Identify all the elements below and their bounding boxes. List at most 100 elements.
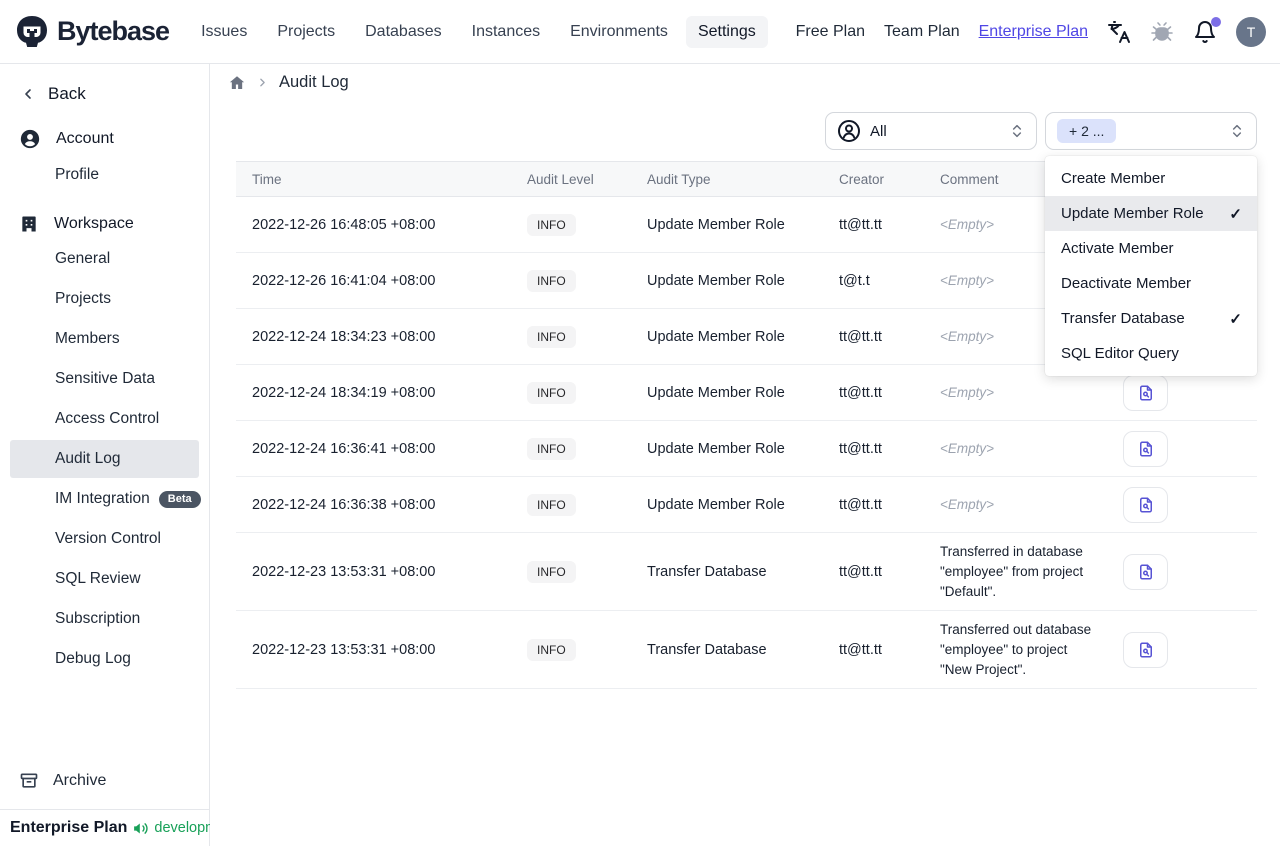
cell-creator: tt@tt.tt [839,216,882,233]
announcement-speaker-icon [132,820,149,837]
sidebar-item-general[interactable]: General [10,240,199,278]
home-icon[interactable] [228,74,246,92]
info-level-badge: INFO [527,381,576,404]
creator-filter-value: All [870,122,887,140]
workspace-header: Workspace [0,206,209,238]
cell-audit-type: Update Member Role [647,384,785,401]
archive-icon [19,771,39,791]
menu-item-deactivate-member[interactable]: Deactivate Member [1045,266,1257,301]
table-row: 2022-12-23 13:53:31 +08:00 INFO Transfer… [236,533,1257,611]
bug-report-icon[interactable] [1150,20,1174,44]
notification-bell-icon[interactable] [1193,16,1221,44]
cell-time: 2022-12-26 16:41:04 +08:00 [252,272,436,289]
settings-sidebar: Back Account Profile Workspace General P… [0,64,237,846]
filter-bar: All + 2 ... [825,112,1257,150]
breadcrumb-page-title: Audit Log [279,73,349,91]
cell-time: 2022-12-24 16:36:38 +08:00 [252,496,436,513]
sidebar-item-members[interactable]: Members [10,320,199,358]
cell-audit-type: Update Member Role [647,216,785,233]
sidebar-item-sql-review[interactable]: SQL Review [10,560,199,598]
info-level-badge: INFO [527,213,576,236]
menu-item-update-member-role[interactable]: Update Member Role ✓ [1045,196,1257,231]
view-detail-button[interactable] [1123,374,1168,411]
view-detail-button[interactable] [1123,553,1168,590]
nav-settings[interactable]: Settings [685,15,768,48]
topbar-right: Free Plan Team Plan Enterprise Plan T [796,16,1266,47]
cell-creator: t@t.t [839,272,870,289]
menu-item-create-member[interactable]: Create Member [1045,161,1257,196]
cell-audit-type: Transfer Database [647,641,767,658]
nav-issues[interactable]: Issues [189,16,259,48]
menu-item-sql-editor-query[interactable]: SQL Editor Query [1045,336,1257,371]
current-plan-label: Enterprise Plan [10,819,128,836]
back-button[interactable]: Back [0,64,209,110]
cell-comment: Transferred out database "employee" to p… [940,621,1092,677]
user-avatar[interactable]: T [1236,16,1266,47]
cell-comment: <Empty> [940,441,995,456]
audit-type-dropdown-menu: Create Member Update Member Role ✓ Activ… [1045,156,1257,376]
audit-type-filter-select[interactable]: + 2 ... [1045,112,1257,150]
chevron-up-down-icon [1229,123,1245,139]
cell-audit-type: Update Member Role [647,272,785,289]
account-title: Account [56,130,114,147]
cell-comment: <Empty> [940,385,995,400]
cell-creator: tt@tt.tt [839,328,882,345]
check-icon: ✓ [1229,310,1242,328]
cell-time: 2022-12-23 13:53:31 +08:00 [252,563,436,580]
enterprise-plan-link[interactable]: Enterprise Plan [979,23,1088,41]
beta-badge: Beta [158,490,201,508]
table-row: 2022-12-23 13:53:31 +08:00 INFO Transfer… [236,611,1257,689]
view-detail-button[interactable] [1123,486,1168,523]
cell-time: 2022-12-26 16:48:05 +08:00 [252,216,436,233]
nav-databases[interactable]: Databases [353,16,454,48]
col-audit-level: Audit Level [527,171,594,187]
col-creator: Creator [839,171,885,187]
menu-item-transfer-database[interactable]: Transfer Database ✓ [1045,301,1257,336]
cell-audit-type: Update Member Role [647,440,785,457]
nav-instances[interactable]: Instances [460,16,552,48]
back-label: Back [48,84,86,103]
sidebar-item-audit-log[interactable]: Audit Log [10,440,199,478]
top-navbar: Bytebase Issues Projects Databases Insta… [0,0,1280,64]
cell-audit-type: Update Member Role [647,328,785,345]
view-detail-button[interactable] [1123,631,1168,668]
sidebar-item-projects[interactable]: Projects [10,280,199,318]
cell-creator: tt@tt.tt [839,384,882,401]
info-level-badge: INFO [527,437,576,460]
main-nav: Issues Projects Databases Instances Envi… [189,15,768,48]
creator-filter-select[interactable]: All [825,112,1037,150]
info-level-badge: INFO [527,325,576,348]
nav-environments[interactable]: Environments [558,16,680,48]
sidebar-item-version-control[interactable]: Version Control [10,520,199,558]
cell-time: 2022-12-24 16:36:41 +08:00 [252,440,436,457]
sidebar-item-archive[interactable]: Archive [0,761,209,809]
view-detail-button[interactable] [1123,430,1168,467]
cell-time: 2022-12-24 18:34:23 +08:00 [252,328,436,345]
info-level-badge: INFO [527,560,576,583]
cell-comment: <Empty> [940,497,995,512]
table-row: 2022-12-24 16:36:38 +08:00 INFO Update M… [236,477,1257,533]
col-time: Time [252,171,282,187]
sidebar-item-sensitive-data[interactable]: Sensitive Data [10,360,199,398]
brand-name: Bytebase [57,16,170,46]
table-row: 2022-12-24 16:36:41 +08:00 INFO Update M… [236,421,1257,477]
menu-item-activate-member[interactable]: Activate Member [1045,231,1257,266]
sidebar-item-profile[interactable]: Profile [10,156,199,194]
free-plan-link[interactable]: Free Plan [796,23,865,41]
workspace-section: Workspace General Projects Members Sensi… [0,206,209,680]
nav-projects[interactable]: Projects [265,16,347,48]
sidebar-item-access-control[interactable]: Access Control [10,400,199,438]
cell-creator: tt@tt.tt [839,563,882,580]
sidebar-item-debug-log[interactable]: Debug Log [10,640,199,678]
cell-creator: tt@tt.tt [839,641,882,658]
team-plan-link[interactable]: Team Plan [884,23,960,41]
notification-dot [1211,16,1221,27]
bytebase-logo[interactable]: Bytebase [14,14,170,50]
sidebar-item-im-integration[interactable]: IM Integration Beta [10,480,201,518]
translate-icon[interactable] [1107,20,1131,44]
chevron-left-icon [20,86,36,102]
sidebar-item-subscription[interactable]: Subscription [10,600,199,638]
person-circle-icon [837,119,861,143]
cell-audit-type: Update Member Role [647,496,785,513]
building-icon [19,214,39,234]
